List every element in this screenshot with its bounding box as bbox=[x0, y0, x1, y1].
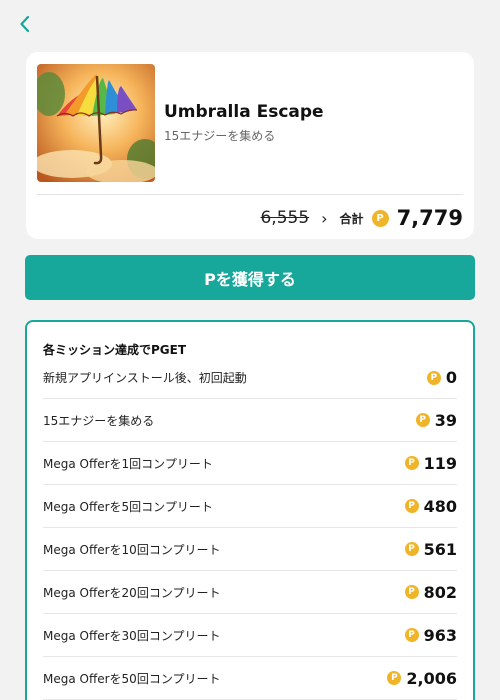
mission-label: Mega Offerを5回コンプリート bbox=[43, 499, 213, 514]
total-points: 7,779 bbox=[396, 206, 463, 230]
mission-label: 新規アプリインストール後、初回起動 bbox=[43, 371, 247, 385]
mission-reward: P 802 bbox=[404, 582, 457, 602]
mission-reward: P 119 bbox=[404, 453, 457, 473]
mission-label: Mega Offerを20回コンプリート bbox=[43, 585, 221, 600]
point-coin-icon: P bbox=[404, 585, 419, 599]
mission-row: Mega Offerを50回コンプリート P 2,006 bbox=[43, 657, 457, 700]
get-points-button[interactable]: Pを獲得する bbox=[25, 255, 475, 300]
mission-points: 119 bbox=[423, 453, 457, 473]
point-coin-icon: P bbox=[404, 628, 419, 642]
mission-reward: P 39 bbox=[415, 410, 457, 430]
mission-label: Mega Offerを30回コンプリート bbox=[43, 628, 221, 643]
chevron-left-icon bbox=[20, 15, 30, 33]
chevron-right-icon: › bbox=[321, 208, 328, 228]
mission-list: 新規アプリインストール後、初回起動 P 0 15エナジーを集める P 39 Me… bbox=[43, 357, 457, 700]
mission-reward: P 561 bbox=[404, 539, 457, 559]
app-title: Umbralla Escape bbox=[164, 102, 324, 122]
points-summary: 6,555 › 合計 P 7,779 bbox=[260, 203, 463, 233]
app-card: Umbralla Escape 15エナジーを集める 6,555 › 合計 P … bbox=[26, 52, 474, 239]
mission-label: 15エナジーを集める bbox=[43, 413, 155, 428]
point-coin-icon: P bbox=[426, 370, 441, 385]
mission-row: 新規アプリインストール後、初回起動 P 0 bbox=[43, 357, 457, 399]
mission-reward: P 0 bbox=[426, 368, 457, 387]
mission-points: 0 bbox=[445, 368, 457, 387]
mission-points: 480 bbox=[423, 496, 457, 516]
total-label: 合計 bbox=[339, 211, 364, 226]
offer-detail-page: Umbralla Escape 15エナジーを集める 6,555 › 合計 P … bbox=[0, 0, 500, 700]
back-button[interactable] bbox=[14, 12, 38, 36]
divider bbox=[37, 194, 463, 195]
app-subtitle: 15エナジーを集める bbox=[164, 129, 276, 143]
mission-row: Mega Offerを5回コンプリート P 480 bbox=[43, 485, 457, 528]
mission-points: 39 bbox=[434, 410, 457, 430]
app-thumbnail bbox=[37, 64, 155, 182]
mission-row: Mega Offerを10回コンプリート P 561 bbox=[43, 528, 457, 571]
point-coin-icon: P bbox=[404, 542, 419, 556]
mission-label: Mega Offerを50回コンプリート bbox=[43, 671, 221, 686]
mission-points: 963 bbox=[423, 625, 457, 645]
mission-row: Mega Offerを30回コンプリート P 963 bbox=[43, 614, 457, 657]
point-coin-icon: P bbox=[404, 499, 419, 513]
old-points: 6,555 bbox=[260, 208, 310, 228]
point-coin-icon: P bbox=[371, 209, 389, 227]
mission-row: Mega Offerを20回コンプリート P 802 bbox=[43, 571, 457, 614]
missions-panel: 各ミッション達成でPGET 新規アプリインストール後、初回起動 P 0 15エナ… bbox=[25, 320, 475, 700]
mission-reward: P 480 bbox=[404, 496, 457, 516]
mission-points: 2,006 bbox=[406, 668, 457, 688]
mission-row: 15エナジーを集める P 39 bbox=[43, 399, 457, 442]
mission-label: Mega Offerを1回コンプリート bbox=[43, 456, 213, 471]
mission-label: Mega Offerを10回コンプリート bbox=[43, 542, 221, 557]
missions-title: 各ミッション達成でPGET bbox=[43, 343, 187, 357]
mission-points: 561 bbox=[423, 539, 457, 559]
point-coin-icon: P bbox=[404, 456, 419, 470]
mission-points: 802 bbox=[423, 582, 457, 602]
mission-reward: P 963 bbox=[404, 625, 457, 645]
mission-reward: P 2,006 bbox=[387, 669, 457, 688]
umbrella-artwork-icon bbox=[37, 64, 155, 182]
point-coin-icon: P bbox=[415, 413, 430, 427]
point-coin-icon: P bbox=[387, 671, 402, 685]
mission-row: Mega Offerを1回コンプリート P 119 bbox=[43, 442, 457, 485]
